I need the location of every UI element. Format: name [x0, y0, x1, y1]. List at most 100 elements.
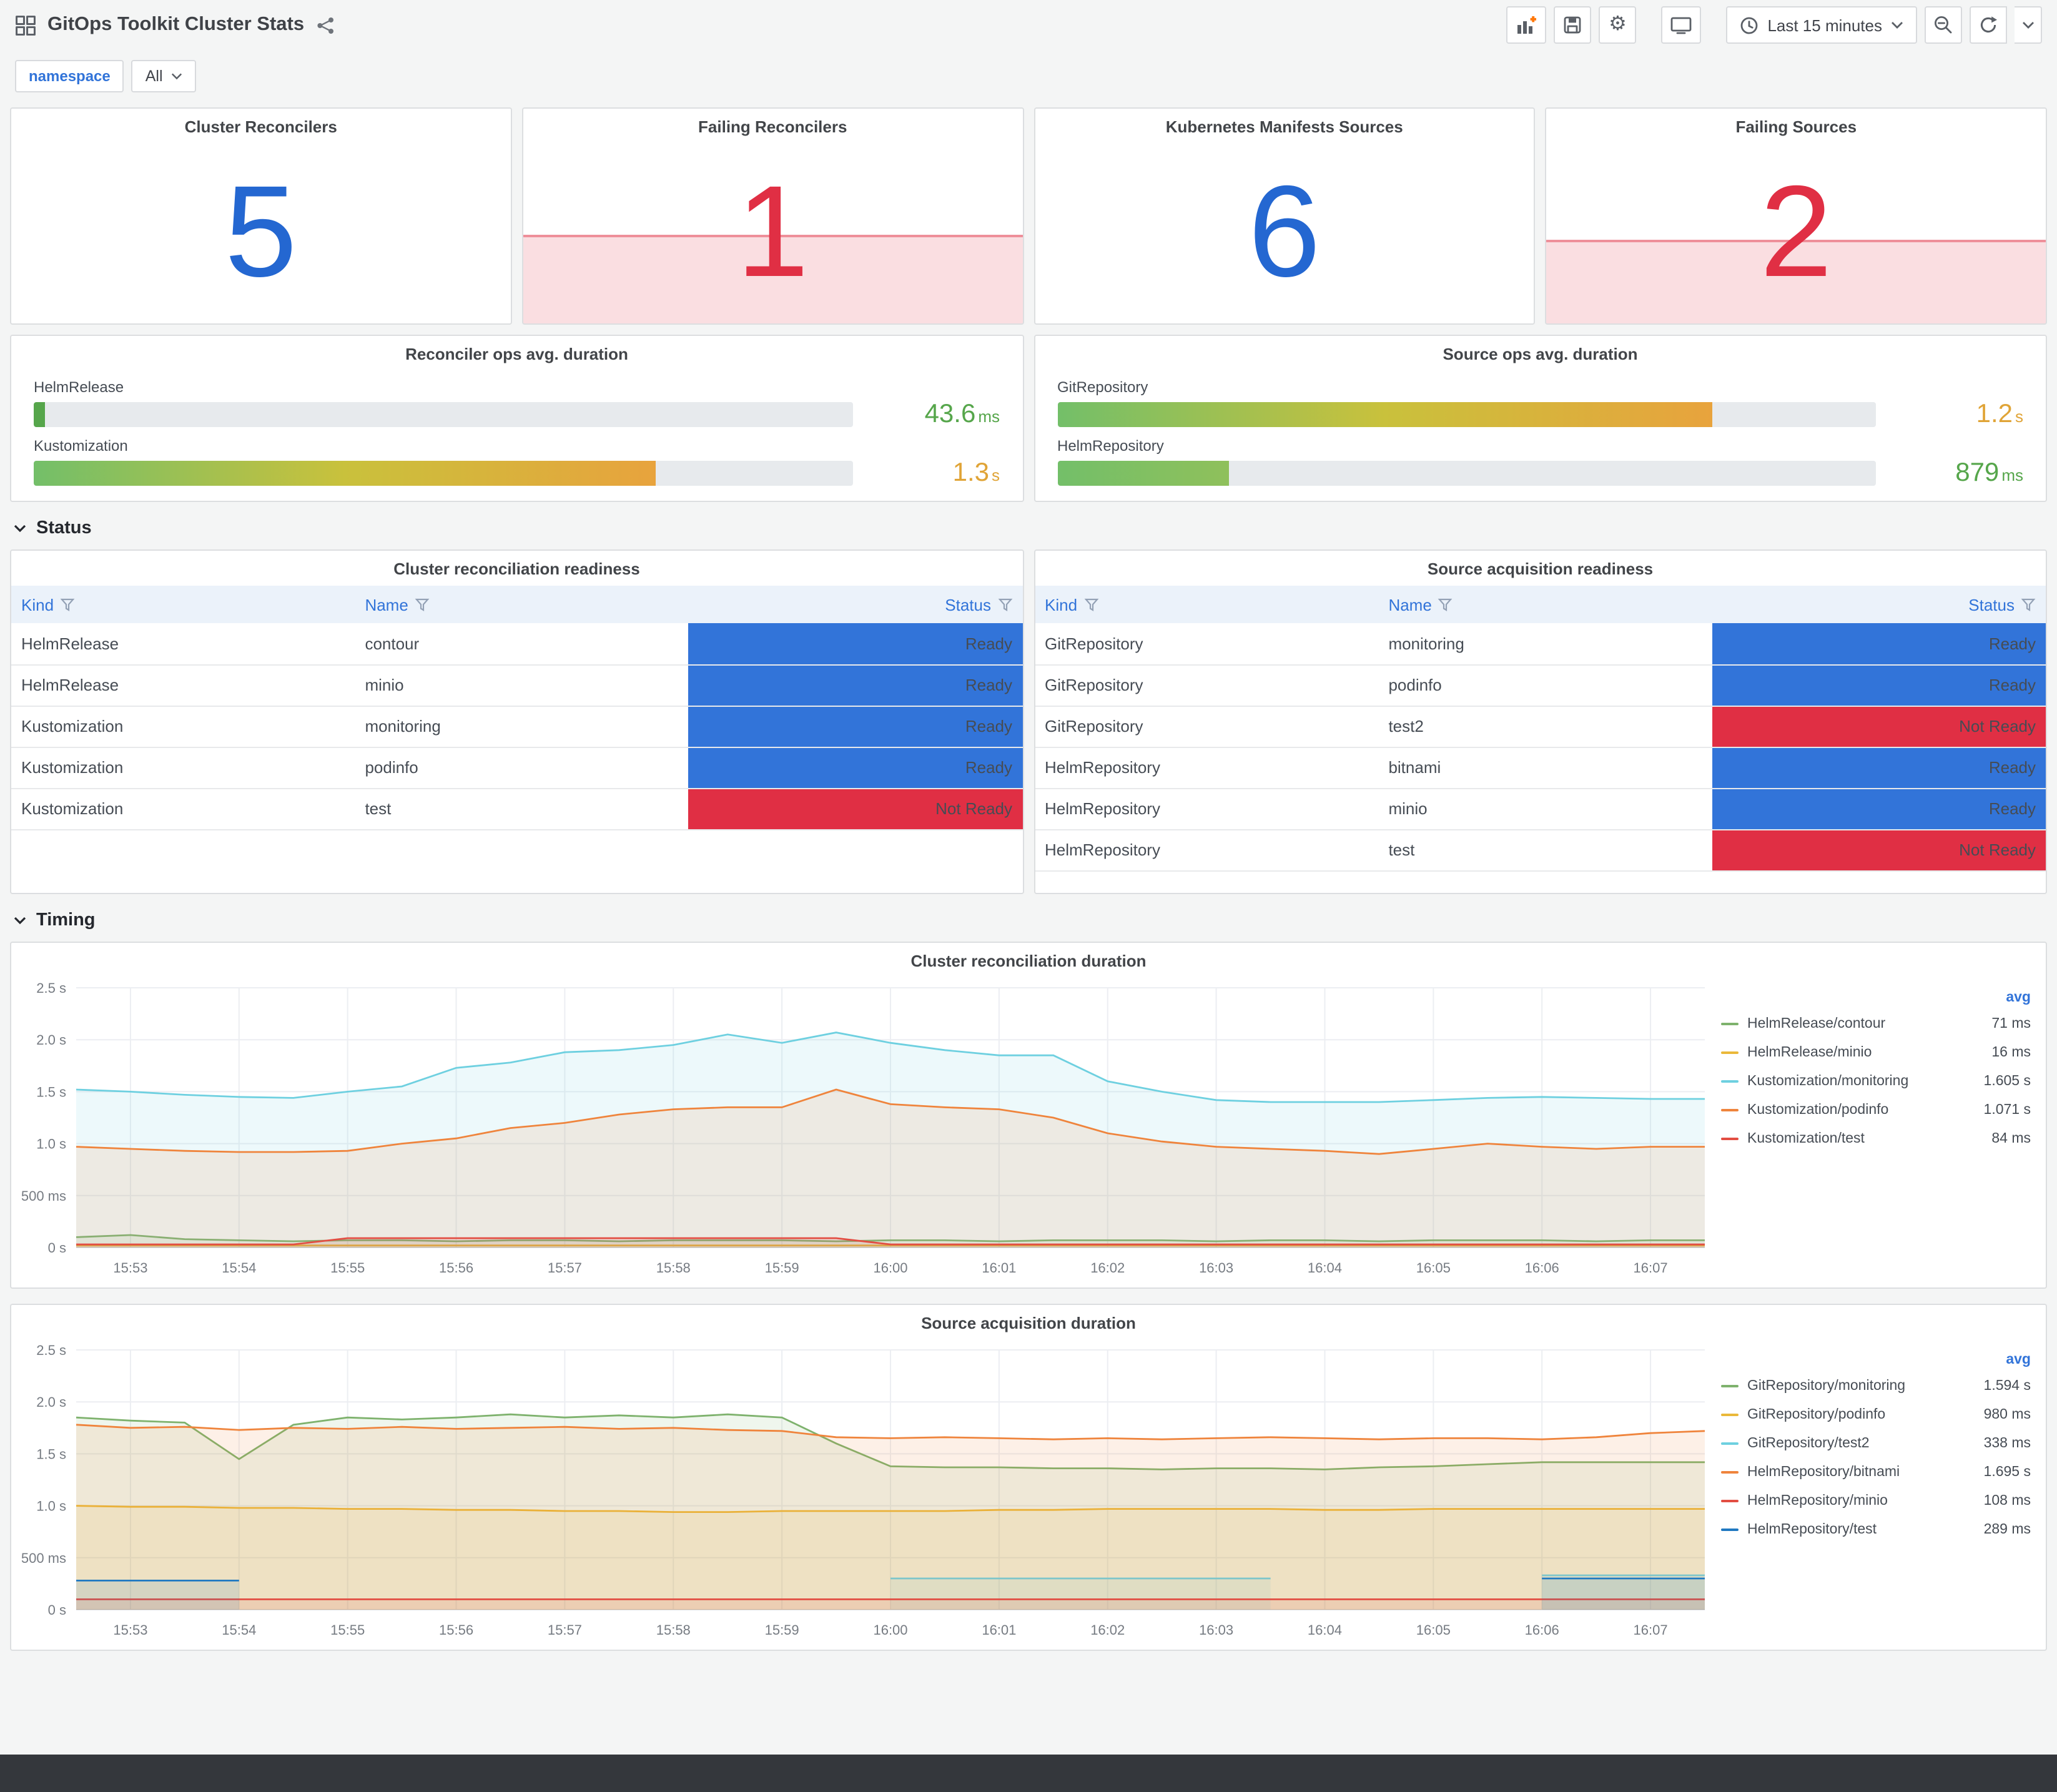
legend-avg-header[interactable]: avg: [1721, 1352, 2031, 1367]
legend-item[interactable]: GitRepository/monitoring 1.594 s: [1721, 1371, 2031, 1400]
dashboard-settings-button[interactable]: ⚙: [1599, 6, 1637, 44]
refresh-icon: [1980, 16, 1997, 33]
panel-cluster-reconcilers: Cluster Reconcilers 5: [10, 107, 512, 325]
svg-text:15:57: 15:57: [548, 1260, 582, 1276]
time-range-label: Last 15 minutes: [1767, 16, 1882, 34]
bar-gauge-track: [1057, 402, 1876, 427]
panel-title[interactable]: Source acquisition readiness: [1035, 551, 2046, 583]
svg-text:1.0 s: 1.0 s: [36, 1499, 66, 1514]
svg-text:0 s: 0 s: [48, 1240, 66, 1256]
status-badge: Not Ready: [1712, 706, 2046, 747]
chevron-down-icon: [14, 524, 26, 533]
svg-text:16:06: 16:06: [1525, 1622, 1559, 1638]
legend-item[interactable]: HelmRepository/bitnami 1.695 s: [1721, 1457, 2031, 1486]
readiness-table: Kind Name Status GitRepository monitoring…: [1035, 586, 2046, 871]
filter-icon[interactable]: [1083, 598, 1098, 611]
time-series-plot[interactable]: 15:53 15:54 15:55 15:56 15:57 15:58 15:59 16:00…: [11, 1337, 1716, 1650]
series-color-swatch: [1721, 1137, 1739, 1140]
svg-text:1.5 s: 1.5 s: [36, 1446, 66, 1462]
cell-kind: HelmRepository: [1035, 788, 1379, 830]
column-header-status[interactable]: Status: [689, 586, 1022, 623]
legend-avg-header[interactable]: avg: [1721, 990, 2031, 1005]
panel-source-acquisition-readiness: Source acquisition readiness Kind Name S…: [1033, 549, 2047, 894]
legend-item[interactable]: Kustomization/podinfo 1.071 s: [1721, 1095, 2031, 1124]
column-header-name[interactable]: Name: [1378, 586, 1712, 623]
add-panel-button[interactable]: [1506, 6, 1547, 44]
legend-item[interactable]: HelmRelease/contour 71 ms: [1721, 1009, 2031, 1038]
bar-gauge-row: HelmRelease 43.6 ms: [34, 378, 1000, 430]
legend-item[interactable]: HelmRepository/minio 108 ms: [1721, 1486, 2031, 1515]
panel-title[interactable]: Cluster Reconcilers: [11, 109, 511, 141]
svg-text:500 ms: 500 ms: [21, 1188, 66, 1204]
legend-avg-value: 16 ms: [1991, 1045, 2031, 1060]
add-panel-icon: [1517, 16, 1537, 33]
gauge-label: HelmRepository: [1057, 437, 1164, 455]
stat-value: 1: [736, 159, 809, 305]
panel-title[interactable]: Kubernetes Manifests Sources: [1035, 109, 1534, 141]
svg-text:15:54: 15:54: [222, 1622, 256, 1638]
panel-title[interactable]: Cluster reconciliation duration: [11, 943, 2046, 975]
legend-item[interactable]: HelmRepository/test 289 ms: [1721, 1515, 2031, 1543]
legend-series-name: HelmRepository/test: [1747, 1522, 1877, 1537]
table-row: HelmRepository test Not Ready: [1035, 829, 2046, 871]
legend-item[interactable]: Kustomization/monitoring 1.605 s: [1721, 1066, 2031, 1095]
cycle-view-button[interactable]: [1661, 6, 1702, 44]
panel-title[interactable]: Reconciler ops avg. duration: [11, 336, 1022, 368]
svg-text:0 s: 0 s: [48, 1602, 66, 1618]
section-header-timing[interactable]: Timing: [12, 907, 2045, 934]
save-dashboard-button[interactable]: [1554, 6, 1592, 44]
filter-icon[interactable]: [1438, 598, 1453, 611]
time-series-plot[interactable]: 15:53 15:54 15:55 15:56 15:57 15:58 15:59 16:00…: [11, 975, 1716, 1287]
panel-title[interactable]: Cluster reconciliation readiness: [11, 551, 1022, 583]
panel-title[interactable]: Source acquisition duration: [11, 1305, 2046, 1337]
panel-failing-reconcilers: Failing Reconcilers 1: [521, 107, 1024, 325]
svg-text:2.5 s: 2.5 s: [36, 980, 66, 996]
variable-name-label: namespace: [15, 60, 124, 92]
panel-title[interactable]: Failing Reconcilers: [523, 109, 1023, 141]
panel-title[interactable]: Failing Sources: [1547, 109, 2046, 141]
chevron-down-icon: [1892, 22, 1903, 29]
chevron-down-icon: [172, 73, 182, 80]
series-color-swatch: [1721, 1470, 1739, 1473]
filter-icon[interactable]: [415, 598, 430, 611]
clock-icon: [1741, 16, 1758, 34]
cell-kind: GitRepository: [1035, 664, 1379, 706]
stat-value: 6: [1248, 159, 1321, 305]
column-header-kind[interactable]: Kind: [1035, 586, 1378, 623]
filter-icon[interactable]: [997, 598, 1012, 611]
legend-series-name: HelmRepository/minio: [1747, 1493, 1888, 1508]
legend-item[interactable]: HelmRelease/minio 16 ms: [1721, 1038, 2031, 1066]
legend-avg-value: 980 ms: [1983, 1407, 2031, 1422]
status-badge: Ready: [688, 706, 1022, 747]
legend-item[interactable]: GitRepository/podinfo 980 ms: [1721, 1400, 2031, 1429]
time-range-picker[interactable]: Last 15 minutes: [1726, 6, 1917, 44]
share-icon[interactable]: [315, 16, 334, 34]
filter-icon[interactable]: [60, 598, 75, 611]
cell-kind: Kustomization: [11, 747, 355, 789]
column-header-name[interactable]: Name: [355, 586, 688, 623]
table-row: HelmRepository bitnami Ready: [1035, 747, 2046, 789]
namespace-variable-dropdown[interactable]: All: [131, 60, 197, 92]
svg-text:16:04: 16:04: [1308, 1260, 1342, 1276]
bar-gauge-track: [1057, 461, 1876, 486]
svg-text:2.0 s: 2.0 s: [36, 1032, 66, 1048]
svg-text:15:55: 15:55: [330, 1622, 365, 1638]
zoom-out-time-button[interactable]: [1925, 6, 1962, 44]
section-header-status[interactable]: Status: [12, 514, 2045, 542]
variable-selected-value: All: [145, 67, 163, 85]
table-row: Kustomization monitoring Ready: [11, 706, 1022, 747]
panel-title[interactable]: Source ops avg. duration: [1035, 336, 2046, 368]
column-header-status[interactable]: Status: [1712, 586, 2046, 623]
legend-item[interactable]: GitRepository/test2 338 ms: [1721, 1429, 2031, 1457]
chevron-down-icon: [2022, 22, 2033, 29]
legend-item[interactable]: Kustomization/test 84 ms: [1721, 1124, 2031, 1153]
legend-avg-value: 84 ms: [1991, 1131, 2031, 1146]
cell-name: monitoring: [355, 706, 689, 747]
svg-text:16:05: 16:05: [1416, 1260, 1451, 1276]
gauges-row: Reconciler ops avg. duration HelmRelease…: [10, 335, 2047, 502]
filter-icon[interactable]: [2021, 598, 2036, 611]
refresh-button[interactable]: [1970, 6, 2007, 44]
column-header-kind[interactable]: Kind: [11, 586, 355, 623]
legend-avg-value: 1.071 s: [1983, 1102, 2031, 1117]
refresh-interval-dropdown[interactable]: [2015, 6, 2042, 44]
